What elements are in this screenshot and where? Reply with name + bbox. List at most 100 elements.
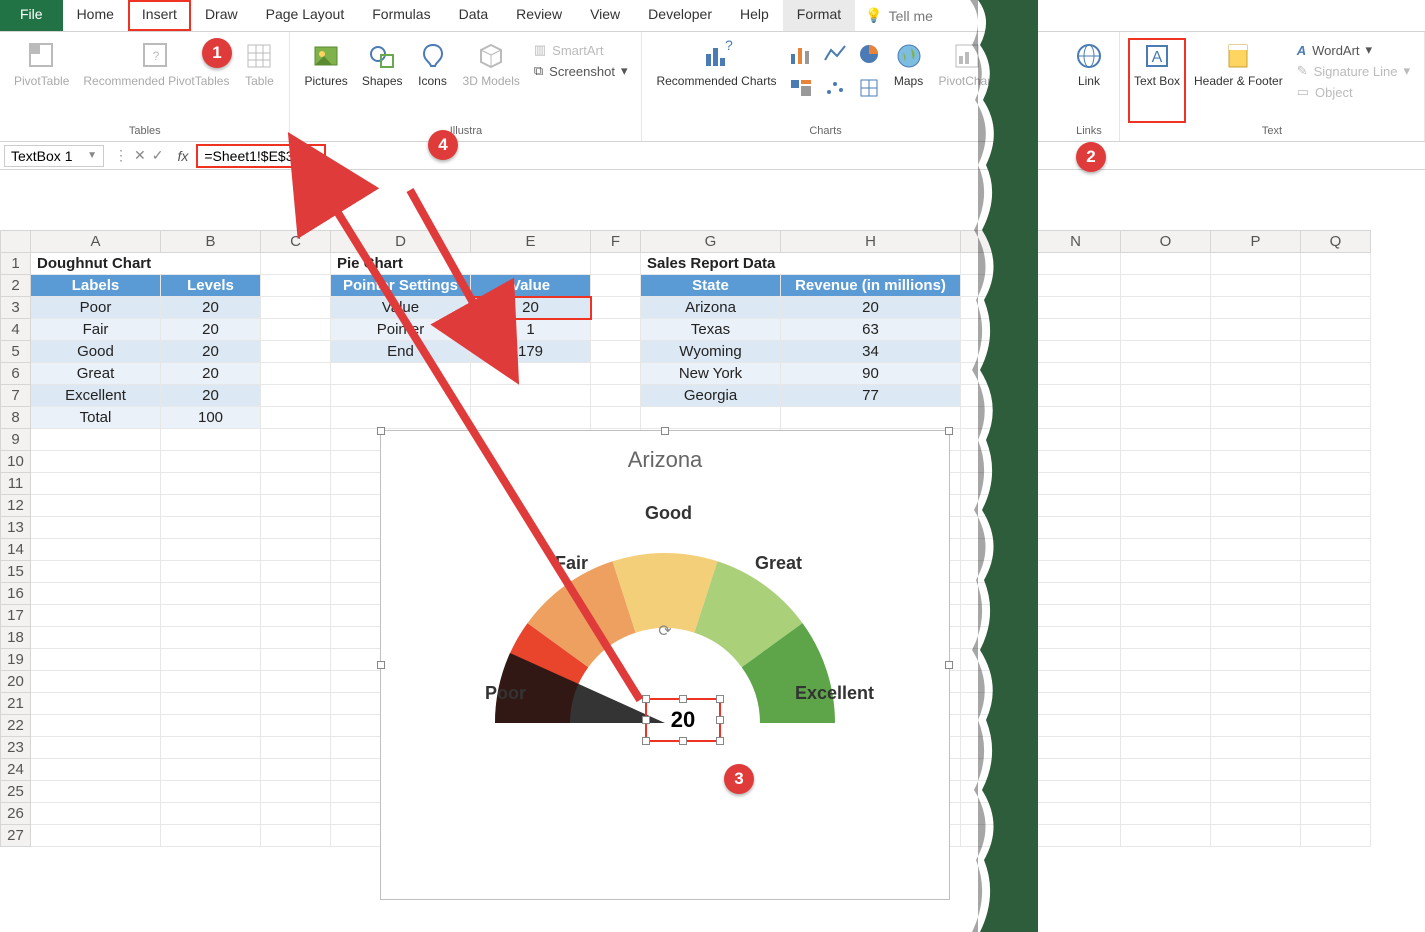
cell-D3[interactable]: Value xyxy=(331,297,471,319)
col-D[interactable]: D xyxy=(331,231,471,253)
pivottable-button[interactable]: PivotTable xyxy=(8,38,75,123)
pictures-icon xyxy=(310,40,342,72)
col-O[interactable]: O xyxy=(1121,231,1211,253)
col-E[interactable]: E xyxy=(471,231,591,253)
chart-value-textbox[interactable]: 20 xyxy=(645,698,721,742)
cell-A1[interactable]: Doughnut Chart xyxy=(31,253,261,275)
col-P[interactable]: P xyxy=(1211,231,1301,253)
tab-insert[interactable]: Insert xyxy=(128,0,191,31)
cell-B4[interactable]: 20 xyxy=(161,319,261,341)
surface-chart-icon[interactable] xyxy=(853,72,885,104)
accept-icon[interactable]: ✓ xyxy=(152,147,164,164)
scatter-chart-icon[interactable] xyxy=(819,72,851,104)
cell-G2[interactable]: State xyxy=(641,275,781,297)
smartart-button[interactable]: ▥SmartArt xyxy=(532,40,630,60)
col-B[interactable]: B xyxy=(161,231,261,253)
signature-button[interactable]: ✎Signature Line ▾ xyxy=(1295,61,1412,81)
cell-A8[interactable]: Total xyxy=(31,407,161,429)
name-box[interactable]: TextBox 1 ▼ xyxy=(4,145,104,167)
tab-data[interactable]: Data xyxy=(445,0,503,31)
line-chart-icon[interactable] xyxy=(819,38,851,70)
tab-home[interactable]: Home xyxy=(63,0,128,31)
cell-E5[interactable]: 179 xyxy=(471,341,591,363)
pictures-button[interactable]: Pictures xyxy=(298,38,353,123)
tab-format[interactable]: Format xyxy=(783,0,855,31)
cell-B6[interactable]: 20 xyxy=(161,363,261,385)
rotate-handle-icon[interactable]: ⟳ xyxy=(658,621,671,641)
tab-view[interactable]: View xyxy=(576,0,634,31)
recommended-charts-button[interactable]: ? Recommended Charts xyxy=(650,38,782,123)
cell-G5[interactable]: Wyoming xyxy=(641,341,781,363)
tell-me[interactable]: 💡 Tell me xyxy=(855,0,943,31)
cell-B2[interactable]: Levels xyxy=(161,275,261,297)
cell-A6[interactable]: Great xyxy=(31,363,161,385)
hierarchy-chart-icon[interactable] xyxy=(785,72,817,104)
tab-page-layout[interactable]: Page Layout xyxy=(252,0,359,31)
cell-H7[interactable]: 77 xyxy=(781,385,961,407)
col-C[interactable]: C xyxy=(261,231,331,253)
cell-A5[interactable]: Good xyxy=(31,341,161,363)
cell-G6[interactable]: New York xyxy=(641,363,781,385)
cell-H6[interactable]: 90 xyxy=(781,363,961,385)
table-button[interactable]: Table xyxy=(237,38,281,123)
cell-E3[interactable]: 20 xyxy=(471,297,591,319)
cell-G3[interactable]: Arizona xyxy=(641,297,781,319)
worksheet[interactable]: A B C D E F G H N O P Q 1 Doughnut Chart P… xyxy=(0,230,1425,847)
cell-G7[interactable]: Georgia xyxy=(641,385,781,407)
bar-chart-icon[interactable] xyxy=(785,38,817,70)
cell-E2[interactable]: Value xyxy=(471,275,591,297)
maps-button[interactable]: Maps xyxy=(887,38,931,123)
tab-draw[interactable]: Draw xyxy=(191,0,252,31)
pivottable-icon xyxy=(26,40,58,72)
cell-B8[interactable]: 100 xyxy=(161,407,261,429)
gauge-chart[interactable]: Arizona Poor Fair Good Great Excellent ⟳ xyxy=(380,430,950,900)
header-footer-button[interactable]: Header & Footer xyxy=(1188,38,1289,123)
wordart-button[interactable]: AWordArt ▾ xyxy=(1295,40,1412,60)
col-F[interactable]: F xyxy=(591,231,641,253)
cell-B3[interactable]: 20 xyxy=(161,297,261,319)
cell-B5[interactable]: 20 xyxy=(161,341,261,363)
cell-A2[interactable]: Labels xyxy=(31,275,161,297)
object-button[interactable]: ▭Object xyxy=(1295,82,1412,102)
pie-chart-icon[interactable] xyxy=(853,38,885,70)
cell-H3[interactable]: 20 xyxy=(781,297,961,319)
split-icon[interactable]: ⋮ xyxy=(114,147,128,164)
cell-G1[interactable]: Sales Report Data xyxy=(641,253,961,275)
cell-H2[interactable]: Revenue (in millions) xyxy=(781,275,961,297)
formula-input[interactable]: =Sheet1!$E$3 xyxy=(196,144,326,168)
tab-help[interactable]: Help xyxy=(726,0,783,31)
cell-D2[interactable]: Pointer Settings xyxy=(331,275,471,297)
link-button[interactable]: Link xyxy=(1067,38,1111,123)
fx-icon[interactable]: fx xyxy=(169,148,196,164)
icons-button[interactable]: Icons xyxy=(411,38,455,123)
tab-developer[interactable]: Developer xyxy=(634,0,726,31)
3d-models-button[interactable]: 3D Models xyxy=(457,38,526,123)
tab-review[interactable]: Review xyxy=(502,0,576,31)
col-N[interactable]: N xyxy=(1031,231,1121,253)
cell-G4[interactable]: Texas xyxy=(641,319,781,341)
cell-H5[interactable]: 34 xyxy=(781,341,961,363)
cell-E4[interactable]: 1 xyxy=(471,319,591,341)
tab-formulas[interactable]: Formulas xyxy=(358,0,444,31)
cell-H4[interactable]: 63 xyxy=(781,319,961,341)
shapes-button[interactable]: Shapes xyxy=(356,38,409,123)
cell-D1[interactable]: Pie Chart xyxy=(331,253,591,275)
cell-A3[interactable]: Poor xyxy=(31,297,161,319)
cell-A7[interactable]: Excellent xyxy=(31,385,161,407)
wordart-label: WordArt xyxy=(1312,43,1359,58)
screenshot-button[interactable]: ⧉Screenshot ▾ xyxy=(532,61,630,81)
cell-A4[interactable]: Fair xyxy=(31,319,161,341)
col-Q[interactable]: Q xyxy=(1301,231,1371,253)
maps-label: Maps xyxy=(894,74,923,88)
col-G[interactable]: G xyxy=(641,231,781,253)
col-A[interactable]: A xyxy=(31,231,161,253)
cancel-icon[interactable]: ✕ xyxy=(134,147,146,164)
col-H[interactable]: H xyxy=(781,231,961,253)
cell-B7[interactable]: 20 xyxy=(161,385,261,407)
textbox-button[interactable]: A Text Box xyxy=(1128,38,1186,123)
group-text-label: Text xyxy=(1262,123,1282,139)
file-tab[interactable]: File xyxy=(0,0,63,31)
table-icon xyxy=(243,40,275,72)
cell-D4[interactable]: Pointer xyxy=(331,319,471,341)
cell-D5[interactable]: End xyxy=(331,341,471,363)
